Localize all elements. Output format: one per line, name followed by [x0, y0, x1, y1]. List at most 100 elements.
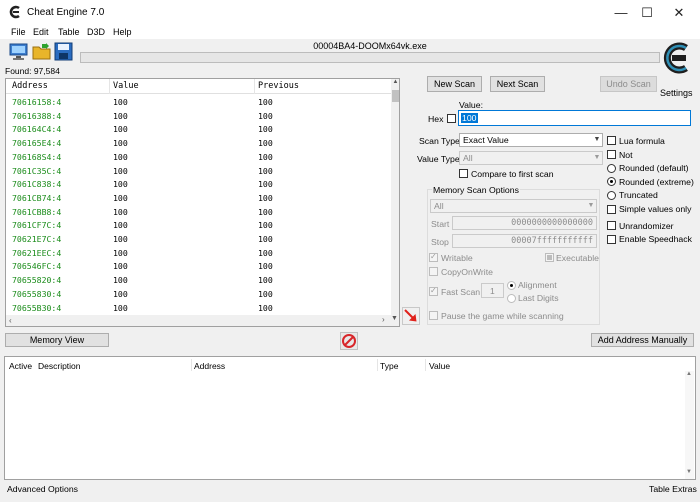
result-value: 100	[113, 220, 128, 231]
value-input[interactable]: 100	[458, 110, 691, 126]
result-row[interactable]: 70621EEC:4 100 100	[6, 247, 391, 261]
cheat-engine-logo-icon[interactable]	[661, 40, 693, 76]
maximize-button[interactable]: ☐	[632, 0, 662, 26]
pause-game-checkbox[interactable]	[429, 311, 438, 320]
add-to-list-arrow-icon[interactable]	[402, 307, 420, 325]
rounded-extreme-radio[interactable]	[607, 177, 616, 186]
column-address-table-address[interactable]: Address	[194, 361, 225, 371]
result-row[interactable]: 706164C4:4 100 100	[6, 123, 391, 137]
close-button[interactable]: ✕	[664, 0, 694, 26]
open-folder-icon[interactable]	[31, 41, 52, 62]
result-address: 70655B30:4	[12, 302, 62, 313]
start-label: Start	[431, 219, 450, 229]
result-row[interactable]: 7061C35C:4 100 100	[6, 165, 391, 179]
alignment-radio[interactable]	[507, 281, 516, 290]
scroll-left-icon[interactable]: ‹	[9, 316, 12, 325]
result-row[interactable]: 70655820:4 100 100	[6, 274, 391, 288]
result-row[interactable]: 706546FC:4 100 100	[6, 260, 391, 274]
column-previous[interactable]: Previous	[258, 81, 299, 91]
stop-address-input[interactable]: 00007fffffffffff	[452, 234, 597, 248]
results-horizontal-scrollbar[interactable]: ‹ › ▼	[6, 315, 399, 326]
region-select[interactable]: All ▼	[430, 199, 597, 213]
column-address[interactable]: Address	[12, 81, 48, 91]
open-process-icon[interactable]	[8, 41, 29, 62]
result-row[interactable]: 7061C838:4 100 100	[6, 178, 391, 192]
value-type-select[interactable]: All ▼	[459, 151, 603, 165]
result-previous: 100	[258, 247, 273, 258]
stop-address-value: 00007fffffffffff	[511, 236, 593, 246]
truncated-radio[interactable]	[607, 191, 616, 200]
fast-scan-checkbox[interactable]: ✓	[429, 286, 438, 296]
address-table[interactable]: Active Description Address Type Value ▲ …	[4, 356, 696, 480]
last-digits-radio[interactable]	[507, 294, 516, 303]
scroll-up-icon[interactable]: ▲	[392, 79, 399, 89]
next-scan-button[interactable]: Next Scan	[490, 76, 545, 92]
column-table-value[interactable]: Value	[429, 361, 450, 371]
results-list[interactable]: Address Value Previous 70616158:4 100 100 7…	[5, 78, 400, 327]
not-label: Not	[619, 150, 633, 160]
menu-d3d[interactable]: D3D	[87, 26, 105, 39]
compare-first-label: Compare to first scan	[471, 169, 554, 179]
result-previous: 100	[258, 165, 273, 176]
scroll-thumb[interactable]	[392, 90, 399, 102]
address-table-scrollbar[interactable]: ▲ ▼	[685, 371, 694, 479]
value-label: Value:	[459, 100, 483, 110]
hex-checkbox[interactable]	[447, 114, 456, 123]
result-value: 100	[113, 234, 128, 244]
scroll-down-icon[interactable]: ▼	[686, 469, 692, 475]
column-value[interactable]: Value	[113, 81, 139, 91]
scroll-down-icon[interactable]: ▼	[391, 315, 398, 322]
lua-formula-checkbox[interactable]	[607, 136, 616, 145]
scroll-right-icon[interactable]: ›	[382, 315, 385, 324]
column-separator	[425, 359, 426, 371]
column-description[interactable]: Description	[38, 361, 81, 371]
speedhack-checkbox[interactable]	[607, 235, 616, 244]
result-row[interactable]: 70621E7C:4 100 100	[6, 233, 391, 247]
column-active[interactable]: Active	[9, 361, 32, 371]
result-row[interactable]: 706168S4:4 100 100	[6, 151, 391, 165]
add-address-manually-button[interactable]: Add Address Manually	[591, 333, 694, 347]
fast-scan-input[interactable]: 1	[481, 283, 504, 298]
menu-table[interactable]: Table	[58, 26, 80, 39]
undo-scan-button[interactable]: Undo Scan	[600, 76, 657, 92]
advanced-options-link[interactable]: Advanced Options	[7, 484, 78, 494]
result-address: 70621EEC:4	[12, 247, 62, 258]
chevron-down-icon: ▼	[593, 154, 601, 161]
column-type[interactable]: Type	[380, 361, 398, 371]
result-row[interactable]: 70655B30:4 100 100	[6, 302, 391, 316]
result-address: 706546FC:4	[12, 261, 62, 272]
result-row[interactable]: 70655830:4 100 100	[6, 288, 391, 302]
result-previous: 100	[258, 206, 273, 217]
result-row[interactable]: 70616388:4 100 100	[6, 110, 391, 124]
found-count: Found: 97,584	[5, 66, 60, 76]
scroll-up-icon[interactable]: ▲	[686, 371, 692, 377]
result-row[interactable]: 7061CF7C:4 100 100	[6, 219, 391, 233]
compare-first-checkbox[interactable]	[459, 169, 468, 178]
executable-checkbox[interactable]	[545, 253, 554, 262]
result-row[interactable]: 70616158:4 100 100	[6, 96, 391, 110]
results-vertical-scrollbar[interactable]: ▲	[391, 79, 399, 315]
result-row[interactable]: 7061CB74:4 100 100	[6, 192, 391, 206]
rounded-default-radio[interactable]	[607, 164, 616, 173]
result-row[interactable]: 706165E4:4 100 100	[6, 137, 391, 151]
no-entry-icon[interactable]	[340, 332, 358, 350]
table-extras-link[interactable]: Table Extras	[649, 484, 697, 494]
copy-on-write-checkbox[interactable]	[429, 267, 438, 276]
menu-file[interactable]: File	[11, 26, 26, 39]
window-title: Cheat Engine 7.0	[27, 7, 105, 18]
not-checkbox[interactable]	[607, 150, 616, 159]
memory-view-button[interactable]: Memory View	[5, 333, 109, 347]
writable-checkbox[interactable]: ✓	[429, 252, 438, 262]
scan-type-select[interactable]: Exact Value ▼	[459, 133, 603, 147]
copy-on-write-label: CopyOnWrite	[441, 267, 493, 277]
start-address-input[interactable]: 0000000000000000	[452, 216, 597, 230]
result-row[interactable]: 7061CBB8:4 100 100	[6, 206, 391, 220]
menu-help[interactable]: Help	[113, 26, 132, 39]
menu-edit[interactable]: Edit	[33, 26, 49, 39]
column-separator	[191, 359, 192, 371]
unrandomizer-checkbox[interactable]	[607, 221, 616, 230]
simple-values-checkbox[interactable]	[607, 205, 616, 214]
new-scan-button[interactable]: New Scan	[427, 76, 482, 92]
settings-link[interactable]: Settings	[660, 88, 693, 98]
save-icon[interactable]	[53, 41, 74, 62]
